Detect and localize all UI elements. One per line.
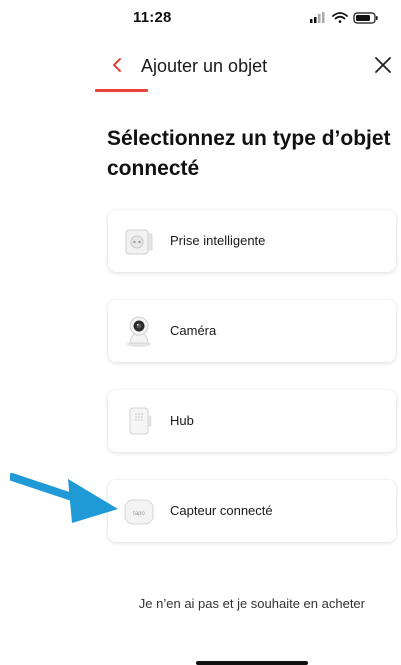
status-icons [310, 12, 378, 24]
home-indicator [196, 661, 308, 665]
device-type-label: Caméra [170, 323, 217, 338]
smart-plug-icon [125, 229, 153, 255]
device-type-label: Hub [170, 413, 194, 428]
back-chevron-icon[interactable] [104, 52, 130, 78]
signal-icon [310, 12, 325, 23]
sensor-brand-text: tapo [133, 511, 145, 517]
camera-icon [127, 316, 151, 347]
device-type-smart-plug[interactable]: Prise intelligente [108, 210, 396, 272]
device-type-hub[interactable]: Hub [108, 390, 396, 452]
device-type-camera[interactable]: Caméra [108, 300, 396, 362]
step-progress-bar [95, 89, 148, 92]
buy-device-link[interactable]: Je n’en ai pas et je souhaite en acheter [139, 596, 365, 611]
status-time: 11:28 [133, 9, 172, 26]
device-type-sensor[interactable]: tapo Capteur connecté [108, 480, 396, 542]
device-type-label: Capteur connecté [170, 503, 273, 518]
close-icon[interactable] [370, 52, 396, 78]
nav-title: Ajouter un objet [141, 56, 268, 76]
page-title: Sélectionnez un type d’objet connecté [107, 127, 391, 180]
annotation-arrow-icon [10, 473, 118, 523]
battery-icon [353, 12, 378, 24]
wifi-icon [332, 12, 348, 23]
hub-icon [129, 407, 152, 435]
device-type-label: Prise intelligente [170, 233, 266, 248]
